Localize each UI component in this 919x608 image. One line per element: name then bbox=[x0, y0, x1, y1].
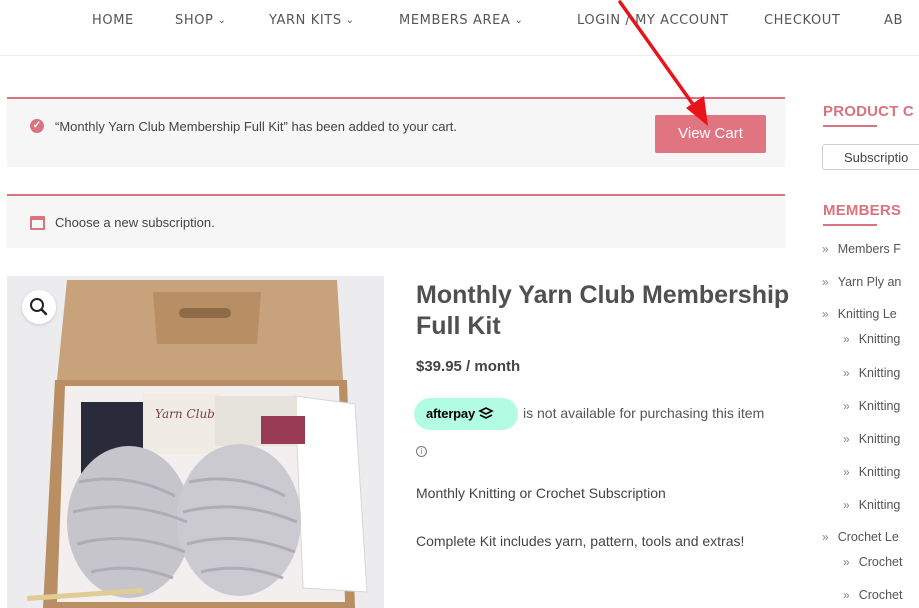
product-categories-title: PRODUCT C bbox=[823, 103, 914, 120]
product-title: Monthly Yarn Club Membership Full Kit bbox=[416, 281, 790, 340]
yarn-club-label: Yarn Club bbox=[155, 407, 215, 421]
raquo-icon: » bbox=[843, 366, 850, 380]
raquo-icon: » bbox=[822, 530, 829, 544]
raquo-icon: » bbox=[843, 432, 850, 446]
afterpay-arrows-icon bbox=[478, 407, 495, 419]
product-price: $39.95 / month bbox=[416, 358, 521, 375]
nav-checkout-label: CHECKOUT bbox=[764, 13, 841, 28]
sidebar-link-label: Members F bbox=[837, 242, 901, 256]
category-select[interactable]: Subscriptio bbox=[822, 144, 919, 170]
info-icon[interactable]: i bbox=[416, 446, 427, 457]
nav-shop-label: SHOP bbox=[175, 13, 214, 28]
nav-members-area-label: MEMBERS AREA bbox=[399, 13, 511, 28]
members-title: MEMBERS bbox=[823, 202, 902, 219]
nav-home[interactable]: HOME bbox=[92, 13, 134, 28]
sidebar-sublink-knitting[interactable]: » Knitting bbox=[843, 332, 900, 346]
sidebar-link-label: Yarn Ply an bbox=[837, 275, 902, 289]
sidebar-link-label: Crochet bbox=[858, 555, 903, 569]
sidebar-sublink-knitting[interactable]: » Knitting bbox=[843, 498, 900, 512]
product-photo: Yarn Club bbox=[7, 276, 384, 608]
sidebar-sublink-knitting[interactable]: » Knitting bbox=[843, 465, 900, 479]
nav-home-label: HOME bbox=[92, 13, 134, 28]
title-underline bbox=[823, 224, 877, 226]
sidebar-sublink-knitting[interactable]: » Knitting bbox=[843, 432, 900, 446]
zoom-button[interactable] bbox=[22, 290, 56, 324]
nav-login-label: LOGIN / MY ACCOUNT bbox=[577, 13, 729, 28]
nav-yarn-kits-label: YARN KITS bbox=[269, 13, 342, 28]
raquo-icon: » bbox=[822, 275, 829, 289]
calendar-icon bbox=[30, 216, 45, 230]
raquo-icon: » bbox=[843, 399, 850, 413]
main-navigation: HOME SHOP ⌄ YARN KITS ⌄ MEMBERS AREA ⌄ LOGI… bbox=[0, 0, 919, 56]
nav-yarn-kits[interactable]: YARN KITS ⌄ bbox=[269, 13, 355, 28]
chevron-down-icon: ⌄ bbox=[217, 15, 227, 26]
product-description-2: Complete Kit includes yarn, pattern, too… bbox=[416, 533, 745, 549]
sidebar-sublink-crochet[interactable]: » Crochet bbox=[843, 588, 902, 602]
sidebar-link-label: Knitting Le bbox=[837, 307, 897, 321]
cart-added-message: “Monthly Yarn Club Membership Full Kit” … bbox=[55, 119, 457, 134]
title-underline bbox=[823, 125, 877, 127]
sidebar-link-label: Knitting bbox=[858, 399, 901, 413]
product-image[interactable]: Yarn Club bbox=[7, 276, 384, 608]
chevron-down-icon: ⌄ bbox=[514, 15, 524, 26]
nav-about-label: AB bbox=[884, 13, 904, 28]
subscription-notice: Choose a new subscription. bbox=[7, 194, 785, 248]
sidebar-link-label: Knitting bbox=[858, 366, 901, 380]
sidebar-link-yarn-ply[interactable]: » Yarn Ply an bbox=[822, 275, 901, 289]
nav-about[interactable]: AB bbox=[884, 13, 903, 28]
sidebar-sublink-knitting[interactable]: » Knitting bbox=[843, 399, 900, 413]
sidebar-link-label: Knitting bbox=[858, 332, 901, 346]
nav-checkout[interactable]: CHECKOUT bbox=[764, 13, 840, 28]
sidebar-link-label: Crochet bbox=[858, 588, 903, 602]
raquo-icon: » bbox=[822, 242, 829, 256]
sidebar-link-crochet-lessons[interactable]: » Crochet Le bbox=[822, 530, 899, 544]
sidebar-sublink-knitting[interactable]: » Knitting bbox=[843, 366, 900, 380]
sidebar-link-label: Knitting bbox=[858, 432, 901, 446]
raquo-icon: » bbox=[843, 332, 850, 346]
sidebar-link-members[interactable]: » Members F bbox=[822, 242, 901, 256]
raquo-icon: » bbox=[843, 465, 850, 479]
magnifier-icon bbox=[30, 298, 48, 316]
chevron-down-icon: ⌄ bbox=[345, 15, 355, 26]
cart-added-notice: ✓ “Monthly Yarn Club Membership Full Kit… bbox=[7, 97, 785, 167]
nav-members-area[interactable]: MEMBERS AREA ⌄ bbox=[399, 13, 523, 28]
afterpay-badge: afterpay bbox=[414, 398, 518, 430]
sidebar-link-label: Knitting bbox=[858, 465, 901, 479]
view-cart-button[interactable]: View Cart bbox=[655, 115, 766, 153]
raquo-icon: » bbox=[843, 498, 850, 512]
sidebar-link-knitting-lessons[interactable]: » Knitting Le bbox=[822, 307, 897, 321]
raquo-icon: » bbox=[843, 555, 850, 569]
raquo-icon: » bbox=[822, 307, 829, 321]
afterpay-unavailable-text: is not available for purchasing this ite… bbox=[523, 405, 765, 421]
product-description-1: Monthly Knitting or Crochet Subscription bbox=[416, 485, 666, 501]
raquo-icon: » bbox=[843, 588, 850, 602]
sidebar-link-label: Knitting bbox=[858, 498, 901, 512]
afterpay-logo-text: afterpay bbox=[426, 406, 475, 421]
sidebar: PRODUCT C Subscriptio MEMBERS » Members F… bbox=[822, 96, 919, 608]
sidebar-sublink-crochet[interactable]: » Crochet bbox=[843, 555, 902, 569]
afterpay-logo: afterpay bbox=[426, 406, 495, 421]
nav-shop[interactable]: SHOP ⌄ bbox=[175, 13, 226, 28]
subscription-message: Choose a new subscription. bbox=[55, 215, 215, 230]
sidebar-link-label: Crochet Le bbox=[837, 530, 899, 544]
check-circle-icon: ✓ bbox=[30, 119, 44, 133]
nav-login-my-account[interactable]: LOGIN / MY ACCOUNT bbox=[577, 13, 729, 28]
